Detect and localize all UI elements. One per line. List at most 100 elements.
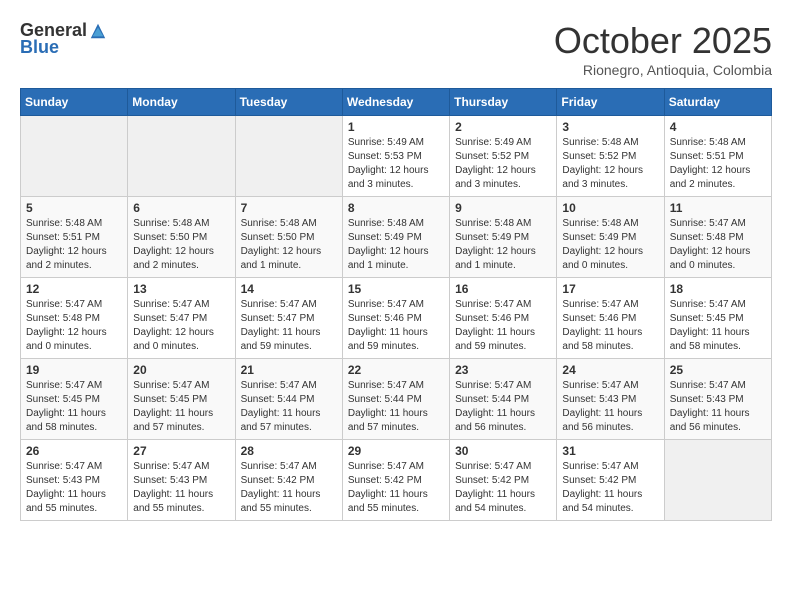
calendar-cell: 23 Sunrise: 5:47 AM Sunset: 5:44 PM Dayli… (450, 359, 557, 440)
day-number: 2 (455, 120, 551, 134)
calendar-cell: 24Sunrise: 5:47 AM Sunset: 5:43 PM Dayli… (557, 359, 664, 440)
column-header-thursday: Thursday (450, 89, 557, 116)
day-info: Sunrise: 5:47 AM Sunset: 5:42 PM Dayligh… (455, 460, 551, 516)
calendar-cell: 12 Sunrise: 5:47 AM Sunset: 5:48 PM Dayli… (21, 278, 128, 359)
day-number: 25 (670, 363, 766, 377)
calendar-cell: 3Sunrise: 5:48 AM Sunset: 5:52 PM Daylig… (557, 116, 664, 197)
day-info: Sunrise: 5:47 AM Sunset: 5:48 PM Dayligh… (670, 217, 766, 273)
day-info: Sunrise: 5:47 AM Sunset: 5:46 PM Dayligh… (455, 298, 551, 354)
day-info: Sunrise: 5:48 AM Sunset: 5:49 PM Dayligh… (455, 217, 551, 273)
day-number: 6 (133, 201, 229, 215)
calendar-cell: 28 Sunrise: 5:47 AM Sunset: 5:42 PM Dayli… (235, 440, 342, 521)
calendar-cell: 17 Sunrise: 5:47 AM Sunset: 5:46 PM Dayli… (557, 278, 664, 359)
calendar-cell: 2 Sunrise: 5:49 AM Sunset: 5:52 PM Daylig… (450, 116, 557, 197)
calendar-cell: 26Sunrise: 5:47 AM Sunset: 5:43 PM Dayli… (21, 440, 128, 521)
day-number: 4 (670, 120, 766, 134)
day-info: Sunrise: 5:48 AM Sunset: 5:51 PM Dayligh… (26, 217, 122, 273)
month-title: October 2025 (554, 20, 772, 62)
day-number: 5 (26, 201, 122, 215)
day-info: Sunrise: 5:48 AM Sunset: 5:49 PM Dayligh… (348, 217, 444, 273)
day-number: 18 (670, 282, 766, 296)
day-info: Sunrise: 5:47 AM Sunset: 5:43 PM Dayligh… (562, 379, 658, 435)
calendar-cell: 6 Sunrise: 5:48 AM Sunset: 5:50 PM Daylig… (128, 197, 235, 278)
calendar-cell: 27 Sunrise: 5:47 AM Sunset: 5:43 PM Dayli… (128, 440, 235, 521)
day-number: 7 (241, 201, 337, 215)
day-info: Sunrise: 5:48 AM Sunset: 5:49 PM Dayligh… (562, 217, 658, 273)
calendar-cell: 31 Sunrise: 5:47 AM Sunset: 5:42 PM Dayli… (557, 440, 664, 521)
calendar-cell: 29 Sunrise: 5:47 AM Sunset: 5:42 PM Dayli… (342, 440, 449, 521)
day-number: 27 (133, 444, 229, 458)
day-number: 22 (348, 363, 444, 377)
location: Rionegro, Antioquia, Colombia (554, 62, 772, 78)
calendar-cell: 19Sunrise: 5:47 AM Sunset: 5:45 PM Dayli… (21, 359, 128, 440)
day-number: 29 (348, 444, 444, 458)
calendar-cell: 11 Sunrise: 5:47 AM Sunset: 5:48 PM Dayli… (664, 197, 771, 278)
column-header-wednesday: Wednesday (342, 89, 449, 116)
day-number: 9 (455, 201, 551, 215)
day-info: Sunrise: 5:47 AM Sunset: 5:44 PM Dayligh… (455, 379, 551, 435)
day-info: Sunrise: 5:47 AM Sunset: 5:42 PM Dayligh… (348, 460, 444, 516)
day-info: Sunrise: 5:49 AM Sunset: 5:53 PM Dayligh… (348, 136, 444, 192)
calendar-week-2: 5 Sunrise: 5:48 AM Sunset: 5:51 PM Daylig… (21, 197, 772, 278)
column-header-tuesday: Tuesday (235, 89, 342, 116)
calendar-cell: 25Sunrise: 5:47 AM Sunset: 5:43 PM Dayli… (664, 359, 771, 440)
day-info: Sunrise: 5:48 AM Sunset: 5:51 PM Dayligh… (670, 136, 766, 192)
logo-icon (89, 22, 107, 40)
calendar-cell: 20 Sunrise: 5:47 AM Sunset: 5:45 PM Dayli… (128, 359, 235, 440)
day-info: Sunrise: 5:47 AM Sunset: 5:45 PM Dayligh… (670, 298, 766, 354)
day-number: 23 (455, 363, 551, 377)
calendar-cell: 10 Sunrise: 5:48 AM Sunset: 5:49 PM Dayli… (557, 197, 664, 278)
day-info: Sunrise: 5:48 AM Sunset: 5:50 PM Dayligh… (133, 217, 229, 273)
day-info: Sunrise: 5:47 AM Sunset: 5:48 PM Dayligh… (26, 298, 122, 354)
calendar-week-5: 26Sunrise: 5:47 AM Sunset: 5:43 PM Dayli… (21, 440, 772, 521)
day-info: Sunrise: 5:47 AM Sunset: 5:42 PM Dayligh… (241, 460, 337, 516)
day-info: Sunrise: 5:47 AM Sunset: 5:47 PM Dayligh… (133, 298, 229, 354)
day-number: 30 (455, 444, 551, 458)
calendar-week-1: 1 Sunrise: 5:49 AM Sunset: 5:53 PM Daylig… (21, 116, 772, 197)
calendar-cell: 13 Sunrise: 5:47 AM Sunset: 5:47 PM Dayli… (128, 278, 235, 359)
day-number: 31 (562, 444, 658, 458)
calendar-table: SundayMondayTuesdayWednesdayThursdayFrid… (20, 88, 772, 521)
day-number: 15 (348, 282, 444, 296)
day-info: Sunrise: 5:47 AM Sunset: 5:47 PM Dayligh… (241, 298, 337, 354)
calendar-cell (128, 116, 235, 197)
calendar-cell (235, 116, 342, 197)
logo-blue-text: Blue (20, 37, 59, 58)
day-number: 3 (562, 120, 658, 134)
logo: General Blue (20, 20, 107, 58)
calendar-week-4: 19 Sunrise: 5:47 AM Sunset: 5:45 PM Dayli… (21, 359, 772, 440)
day-info: Sunrise: 5:49 AM Sunset: 5:52 PM Dayligh… (455, 136, 551, 192)
calendar-cell: 21Sunrise: 5:47 AM Sunset: 5:44 PM Dayli… (235, 359, 342, 440)
calendar-cell: 18 Sunrise: 5:47 AM Sunset: 5:45 PM Dayli… (664, 278, 771, 359)
calendar-cell (664, 440, 771, 521)
day-number: 20 (133, 363, 229, 377)
calendar-cell: 1 Sunrise: 5:49 AM Sunset: 5:53 PM Daylig… (342, 116, 449, 197)
day-number: 13 (133, 282, 229, 296)
day-number: 12 (26, 282, 122, 296)
column-header-monday: Monday (128, 89, 235, 116)
calendar-header-row: SundayMondayTuesdayWednesdayThursdayFrid… (21, 89, 772, 116)
page-header: General Blue October 2025 Rionegro, Anti… (20, 20, 772, 78)
day-number: 28 (241, 444, 337, 458)
day-number: 19 (26, 363, 122, 377)
calendar-cell (21, 116, 128, 197)
calendar-cell: 9 Sunrise: 5:48 AM Sunset: 5:49 PM Daylig… (450, 197, 557, 278)
day-number: 10 (562, 201, 658, 215)
day-number: 17 (562, 282, 658, 296)
day-number: 11 (670, 201, 766, 215)
column-header-saturday: Saturday (664, 89, 771, 116)
calendar-cell: 15Sunrise: 5:47 AM Sunset: 5:46 PM Dayli… (342, 278, 449, 359)
title-block: October 2025 Rionegro, Antioquia, Colomb… (554, 20, 772, 78)
day-number: 1 (348, 120, 444, 134)
calendar-cell: 8 Sunrise: 5:48 AM Sunset: 5:49 PM Daylig… (342, 197, 449, 278)
column-header-friday: Friday (557, 89, 664, 116)
day-info: Sunrise: 5:47 AM Sunset: 5:46 PM Dayligh… (562, 298, 658, 354)
calendar-cell: 5 Sunrise: 5:48 AM Sunset: 5:51 PM Daylig… (21, 197, 128, 278)
column-header-sunday: Sunday (21, 89, 128, 116)
day-info: Sunrise: 5:47 AM Sunset: 5:42 PM Dayligh… (562, 460, 658, 516)
day-info: Sunrise: 5:48 AM Sunset: 5:50 PM Dayligh… (241, 217, 337, 273)
day-info: Sunrise: 5:47 AM Sunset: 5:43 PM Dayligh… (133, 460, 229, 516)
day-info: Sunrise: 5:47 AM Sunset: 5:45 PM Dayligh… (133, 379, 229, 435)
day-number: 14 (241, 282, 337, 296)
day-number: 8 (348, 201, 444, 215)
